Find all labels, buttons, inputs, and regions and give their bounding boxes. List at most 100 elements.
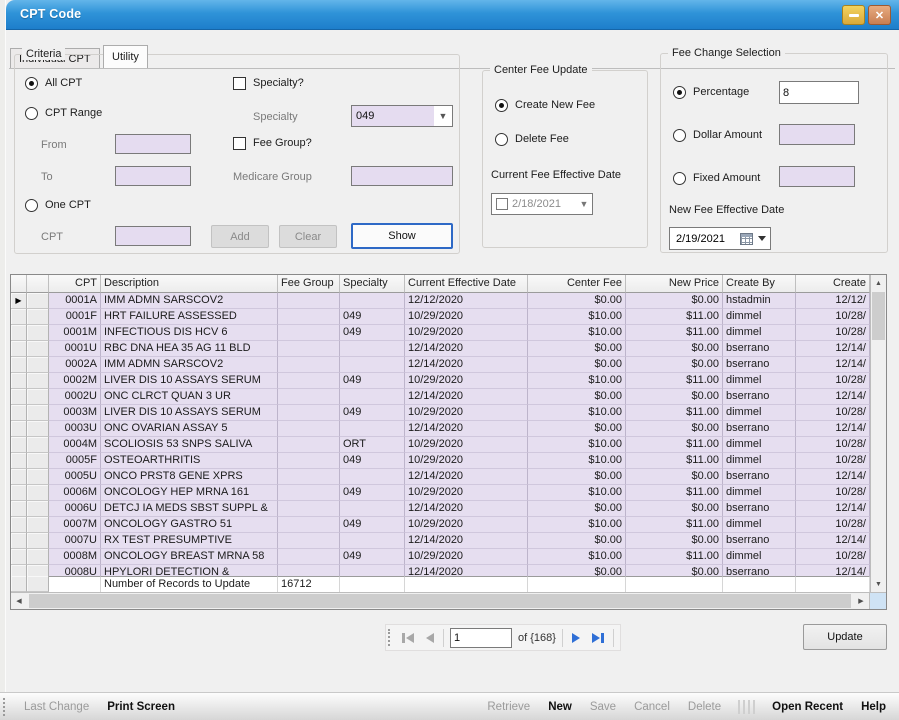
grid-cell[interactable]: 10/28/ — [796, 309, 870, 325]
row-indicator[interactable] — [11, 453, 27, 469]
grid-cell[interactable]: $11.00 — [626, 437, 723, 453]
grid-cell[interactable]: dimmel — [723, 309, 796, 325]
scroll-right-icon[interactable]: ▶ — [853, 593, 869, 609]
row-indicator[interactable] — [11, 421, 27, 437]
row-indicator[interactable] — [11, 485, 27, 501]
grid-cell[interactable]: dimmel — [723, 325, 796, 341]
from-field[interactable] — [115, 134, 191, 154]
row-selector[interactable] — [27, 373, 49, 389]
grid-cell[interactable]: 10/28/ — [796, 405, 870, 421]
grid-cell[interactable]: OSTEOARTHRITIS — [101, 453, 278, 469]
fixed-amount-radio[interactable] — [673, 172, 686, 185]
one-cpt-radio[interactable] — [25, 199, 38, 212]
grid-cell[interactable]: 049 — [340, 517, 405, 533]
row-indicator[interactable] — [11, 437, 27, 453]
grid-cell[interactable]: bserrano — [723, 565, 796, 576]
grid-cell[interactable]: 10/28/ — [796, 485, 870, 501]
table-row[interactable]: 0003UONC OVARIAN ASSAY 512/14/2020$0.00$… — [11, 421, 870, 437]
statusbar-item-help[interactable]: Help — [852, 701, 895, 713]
grid-cell[interactable]: $10.00 — [528, 309, 626, 325]
grid-cell[interactable]: $0.00 — [528, 389, 626, 405]
grid-cell[interactable]: 049 — [340, 453, 405, 469]
grid-cell[interactable]: $0.00 — [626, 421, 723, 437]
grid-cell[interactable]: $10.00 — [528, 405, 626, 421]
last-page-button[interactable] — [589, 631, 607, 645]
specialty-checkbox[interactable] — [233, 77, 246, 90]
grid-cell[interactable]: 12/14/ — [796, 341, 870, 357]
grid-cell[interactable]: $11.00 — [626, 517, 723, 533]
grid-cell[interactable]: dimmel — [723, 549, 796, 565]
all-cpt-radio[interactable] — [25, 77, 38, 90]
grid-cell[interactable]: 10/29/2020 — [405, 405, 528, 421]
grid-column-header[interactable]: Fee Group — [278, 275, 340, 293]
grid-cell[interactable]: 12/14/ — [796, 421, 870, 437]
grid-cell[interactable]: 10/28/ — [796, 325, 870, 341]
grid-cell[interactable]: 10/28/ — [796, 373, 870, 389]
scroll-down-icon[interactable]: ▼ — [871, 576, 886, 592]
table-row[interactable]: 0001MINFECTIOUS DIS HCV 604910/29/2020$1… — [11, 325, 870, 341]
grid-cell[interactable]: 12/14/2020 — [405, 469, 528, 485]
horizontal-scrollbar[interactable]: ◀ ▶ — [11, 592, 886, 609]
row-selector[interactable] — [27, 325, 49, 341]
grid-cell[interactable] — [340, 501, 405, 517]
grid-column-header[interactable]: Specialty — [340, 275, 405, 293]
grid-cell[interactable]: 10/29/2020 — [405, 549, 528, 565]
row-selector[interactable] — [27, 517, 49, 533]
row-indicator[interactable] — [11, 389, 27, 405]
grid-cell[interactable]: dimmel — [723, 485, 796, 501]
row-indicator[interactable] — [11, 357, 27, 373]
next-page-button[interactable] — [569, 631, 583, 645]
grid-cell[interactable]: ONCOLOGY GASTRO 51 — [101, 517, 278, 533]
grid-column-header[interactable]: Create — [796, 275, 870, 293]
grid-column-header[interactable]: Description — [101, 275, 278, 293]
close-button[interactable]: ✕ — [868, 5, 891, 25]
grid-cell[interactable]: 10/29/2020 — [405, 453, 528, 469]
row-selector[interactable] — [27, 485, 49, 501]
grid-cell[interactable]: $0.00 — [626, 341, 723, 357]
grid-cell[interactable]: 049 — [340, 309, 405, 325]
grid-cell[interactable]: 12/14/2020 — [405, 501, 528, 517]
statusbar-item-print-screen[interactable]: Print Screen — [98, 701, 184, 713]
row-indicator[interactable] — [11, 373, 27, 389]
grid-cell[interactable]: 10/29/2020 — [405, 373, 528, 389]
dollar-amount-radio[interactable] — [673, 129, 686, 142]
grid-cell[interactable]: 10/29/2020 — [405, 309, 528, 325]
grid-cell[interactable]: 0007M — [49, 517, 101, 533]
grid-cell[interactable]: 12/14/2020 — [405, 533, 528, 549]
grid-cell[interactable]: 0001F — [49, 309, 101, 325]
table-row[interactable]: 0001URBC DNA HEA 35 AG 11 BLD12/14/2020$… — [11, 341, 870, 357]
row-selector[interactable] — [27, 501, 49, 517]
grid-cell[interactable]: 10/29/2020 — [405, 325, 528, 341]
grid-cell[interactable]: dimmel — [723, 437, 796, 453]
add-button[interactable]: Add — [211, 225, 269, 248]
grid-cell[interactable]: 0005F — [49, 453, 101, 469]
row-indicator[interactable]: ▶ — [11, 293, 27, 309]
grid-cell[interactable]: ORT — [340, 437, 405, 453]
row-indicator[interactable] — [11, 405, 27, 421]
grid-cell[interactable] — [278, 501, 340, 517]
grid-cell[interactable]: 0006M — [49, 485, 101, 501]
grid-cell[interactable]: 0001A — [49, 293, 101, 309]
grid-cell[interactable]: dimmel — [723, 453, 796, 469]
table-row[interactable]: 0008MONCOLOGY BREAST MRNA 5804910/29/202… — [11, 549, 870, 565]
specialty-select[interactable]: 049 ▼ — [351, 105, 453, 127]
grid-cell[interactable]: $0.00 — [528, 501, 626, 517]
grid-cell[interactable]: 10/29/2020 — [405, 437, 528, 453]
grid-cell[interactable]: bserrano — [723, 341, 796, 357]
vertical-scrollbar[interactable]: ▲ ▼ — [870, 275, 886, 592]
grid-cell[interactable]: 10/28/ — [796, 549, 870, 565]
percentage-radio[interactable] — [673, 86, 686, 99]
row-selector[interactable] — [27, 389, 49, 405]
grid-cell[interactable]: 049 — [340, 373, 405, 389]
chevron-down-icon[interactable]: ▼ — [576, 199, 592, 209]
grid-cell[interactable] — [340, 357, 405, 373]
grid-cell[interactable]: LIVER DIS 10 ASSAYS SERUM — [101, 373, 278, 389]
grid-cell[interactable]: 0002A — [49, 357, 101, 373]
grid-cell[interactable] — [278, 549, 340, 565]
row-selector[interactable] — [27, 565, 49, 576]
grid-cell[interactable]: RX TEST PRESUMPTIVE — [101, 533, 278, 549]
grid-cell[interactable]: 12/14/ — [796, 389, 870, 405]
grid-cell[interactable]: HRT FAILURE ASSESSED — [101, 309, 278, 325]
grid-cell[interactable]: $10.00 — [528, 517, 626, 533]
grid-cell[interactable] — [278, 533, 340, 549]
